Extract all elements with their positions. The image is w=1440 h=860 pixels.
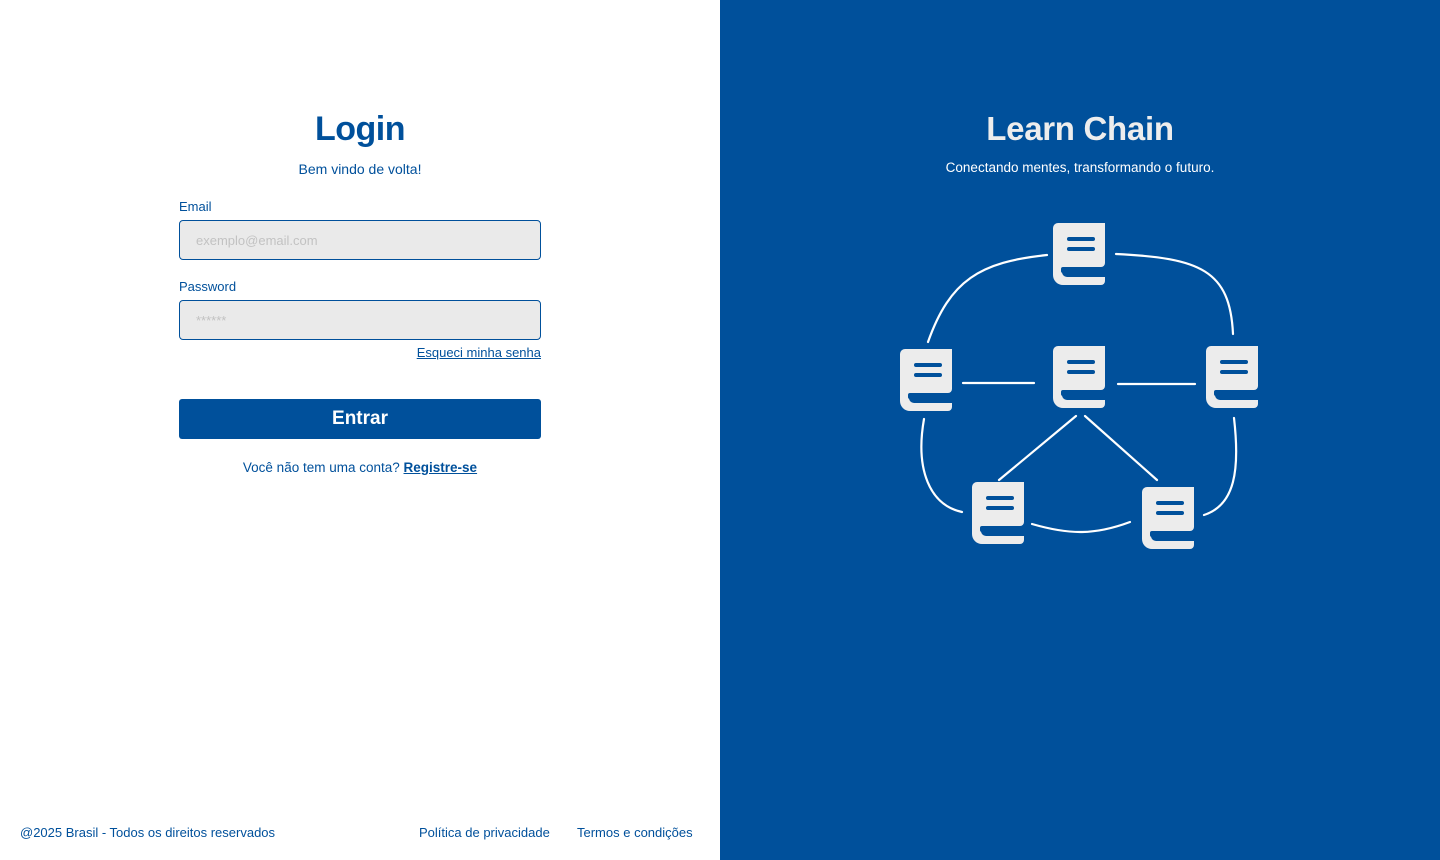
book-icon <box>900 349 952 411</box>
footer-copyright: @2025 Brasil - Todos os direitos reserva… <box>20 825 276 840</box>
register-link[interactable]: Registre-se <box>404 460 478 475</box>
privacy-policy-link[interactable]: Política de privacidade <box>419 825 550 840</box>
login-button[interactable]: Entrar <box>179 399 541 439</box>
register-prompt: Você não tem uma conta? <box>242 460 400 475</box>
password-label: Password <box>179 279 237 294</box>
book-icon <box>1053 346 1105 408</box>
brand-title: Learn Chain <box>986 110 1174 147</box>
book-icon <box>1206 346 1258 408</box>
email-field[interactable] <box>179 220 541 260</box>
book-network-graphic <box>900 223 1258 549</box>
book-icon <box>1053 223 1105 285</box>
login-panel: Login Bem vindo de volta! Email Password… <box>0 0 720 860</box>
network-illustration <box>880 210 1280 560</box>
password-field[interactable] <box>179 300 541 340</box>
brand-tagline: Conectando mentes, transformando o futur… <box>945 160 1215 175</box>
email-label: Email <box>179 199 212 214</box>
book-icon <box>972 482 1024 544</box>
page-title: Login <box>314 110 406 148</box>
welcome-subtitle: Bem vindo de volta! <box>298 161 422 177</box>
forgot-password-link[interactable]: Esqueci minha senha <box>179 345 541 360</box>
terms-link[interactable]: Termos e condições <box>577 825 693 840</box>
register-row: Você não tem uma conta? Registre-se <box>0 460 720 475</box>
book-icon <box>1142 487 1194 549</box>
